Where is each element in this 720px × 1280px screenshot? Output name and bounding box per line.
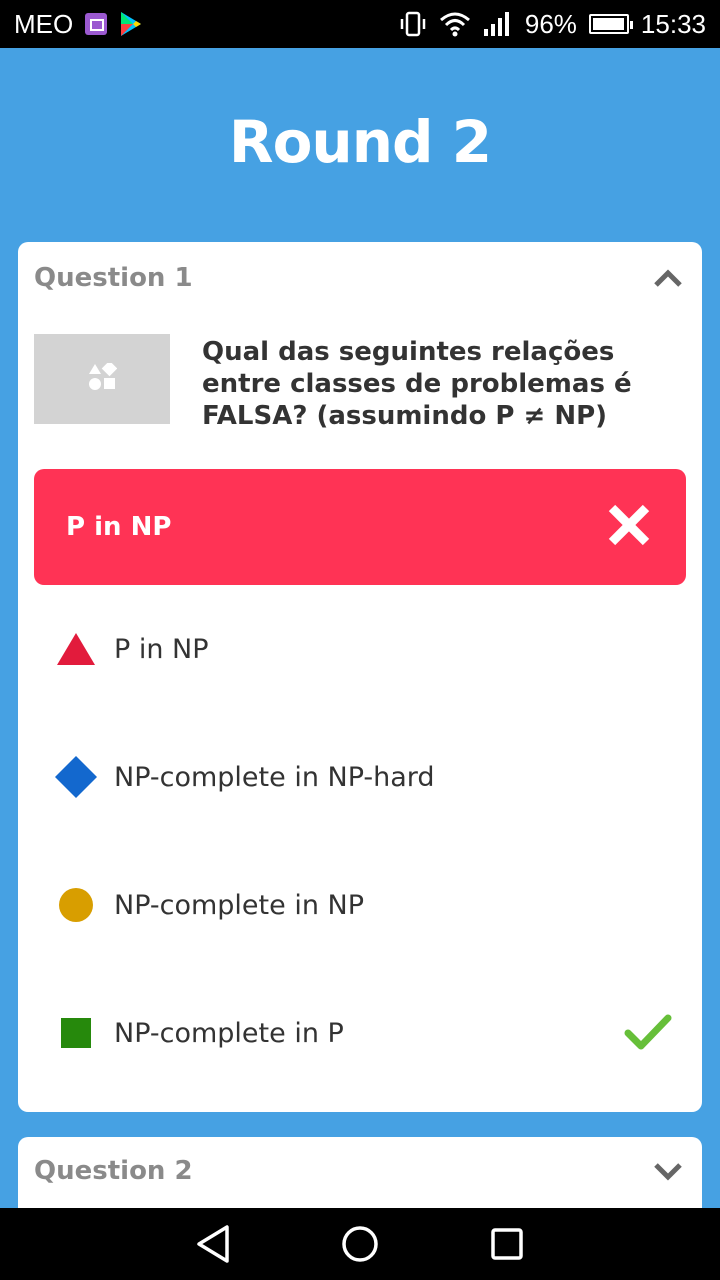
question-text: Qual das seguintes relações entre classe… [202, 337, 632, 431]
wifi-icon [439, 11, 471, 37]
answer-option-label: NP-complete in NP-hard [114, 761, 435, 793]
chosen-answer-label: P in NP [66, 512, 172, 542]
battery-icon [588, 14, 633, 34]
round-title: Round 2 [228, 108, 492, 176]
recents-icon[interactable] [482, 1219, 532, 1269]
gallery-icon [85, 13, 108, 35]
question-2-header[interactable]: Question 2 [34, 1153, 686, 1189]
navigation-bar [0, 1208, 720, 1280]
triangle-icon [54, 627, 98, 671]
battery-percent: 96% [524, 8, 577, 39]
vibrate-icon [399, 11, 427, 37]
answer-option: NP-complete in NP [54, 875, 674, 935]
answer-option-label: NP-complete in P [114, 1017, 344, 1049]
carrier-label: MEO [14, 8, 74, 39]
question-1-label: Question 1 [34, 263, 193, 293]
home-icon[interactable] [335, 1219, 385, 1269]
play-store-icon [119, 11, 143, 37]
question-1-header[interactable]: Question 1 [34, 260, 686, 296]
chosen-answer: P in NP [34, 469, 686, 585]
answer-option: P in NP [54, 619, 674, 679]
chevron-up-icon[interactable] [650, 260, 686, 296]
signal-icon [483, 11, 513, 37]
clock: 15:33 [640, 8, 706, 39]
chevron-down-icon[interactable] [650, 1153, 686, 1189]
status-bar: MEO 96% 15:33 [0, 0, 720, 48]
question-image-placeholder [34, 334, 170, 424]
circle-icon [54, 883, 98, 927]
square-icon [54, 1011, 98, 1055]
x-icon [606, 502, 652, 552]
battery-fill [592, 18, 624, 30]
question-card-1: Question 1 Qual das seguintes relações e… [18, 242, 702, 1112]
question-2-label: Question 2 [34, 1156, 193, 1186]
answer-option-label: P in NP [114, 633, 209, 665]
answer-option: NP-complete in P [54, 1003, 674, 1063]
checkmark-icon [624, 1013, 674, 1053]
shapes-placeholder-icon [87, 360, 118, 395]
back-icon[interactable] [188, 1219, 238, 1269]
answer-option: NP-complete in NP-hard [54, 747, 674, 807]
answer-option-label: NP-complete in NP [114, 889, 365, 921]
diamond-icon [54, 755, 98, 799]
